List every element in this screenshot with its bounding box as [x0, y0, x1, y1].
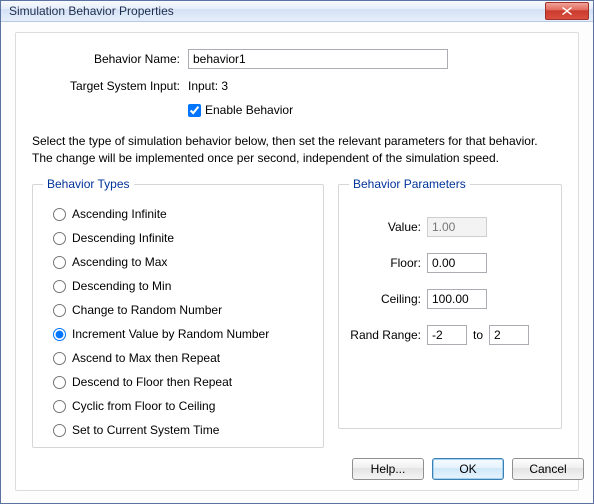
behavior-type-option[interactable]: Descend to Floor then Repeat [53, 375, 311, 389]
behavior-type-option[interactable]: Set to Current System Time [53, 423, 311, 437]
behavior-type-radio[interactable] [53, 256, 66, 269]
row-enable: Enable Behavior [32, 103, 562, 117]
behavior-type-label: Ascending Infinite [72, 207, 167, 221]
behavior-type-radio[interactable] [53, 400, 66, 413]
behavior-type-option[interactable]: Ascending to Max [53, 255, 311, 269]
description-text: Select the type of simulation behavior b… [32, 133, 562, 167]
behavior-types-options: Ascending Infinite Descending Infinite Asc… [43, 201, 313, 439]
behavior-type-option[interactable]: Descending to Min [53, 279, 311, 293]
behavior-type-label: Cyclic from Floor to Ceiling [72, 399, 215, 413]
rand-to-label: to [467, 328, 489, 342]
value-input [427, 217, 487, 237]
window-title: Simulation Behavior Properties [9, 4, 545, 18]
behavior-type-radio[interactable] [53, 376, 66, 389]
rand-to-input[interactable] [489, 325, 529, 345]
behavior-type-option[interactable]: Ascending Infinite [53, 207, 311, 221]
target-system-label: Target System Input: [32, 79, 188, 93]
behavior-type-label: Ascend to Max then Repeat [72, 351, 220, 365]
button-row: Help... OK Cancel [352, 448, 562, 480]
titlebar: Simulation Behavior Properties [1, 1, 593, 22]
ok-button[interactable]: OK [432, 458, 504, 480]
floor-input[interactable] [427, 253, 487, 273]
behavior-type-option[interactable]: Cyclic from Floor to Ceiling [53, 399, 311, 413]
behavior-params-group: Behavior Parameters Value: Floor: Ceilin… [338, 177, 562, 429]
cancel-button[interactable]: Cancel [512, 458, 584, 480]
help-button[interactable]: Help... [352, 458, 424, 480]
dialog-window: Simulation Behavior Properties Behavior … [0, 0, 594, 504]
behavior-params-legend: Behavior Parameters [349, 177, 470, 191]
behavior-type-radio[interactable] [53, 232, 66, 245]
row-behavior-name: Behavior Name: [32, 49, 562, 69]
behavior-type-label: Ascending to Max [72, 255, 167, 269]
behavior-name-label: Behavior Name: [32, 52, 188, 66]
behavior-type-option[interactable]: Ascend to Max then Repeat [53, 351, 311, 365]
inner-frame: Behavior Name: Target System Input: Inpu… [15, 32, 579, 491]
enable-behavior-label: Enable Behavior [205, 103, 293, 117]
behavior-type-radio[interactable] [53, 328, 66, 341]
enable-behavior-input[interactable] [188, 104, 201, 117]
behavior-type-label: Set to Current System Time [72, 423, 219, 437]
behavior-type-radio[interactable] [53, 304, 66, 317]
behavior-type-label: Descending to Min [72, 279, 171, 293]
behavior-type-label: Descending Infinite [72, 231, 174, 245]
behavior-type-label: Descend to Floor then Repeat [72, 375, 232, 389]
param-row-ceiling: Ceiling: [349, 289, 551, 309]
behavior-type-option[interactable]: Change to Random Number [53, 303, 311, 317]
close-icon [562, 7, 572, 15]
row-target-input: Target System Input: Input: 3 [32, 79, 562, 93]
floor-label: Floor: [349, 256, 427, 270]
behavior-type-option[interactable]: Increment Value by Random Number [53, 327, 311, 341]
rand-range-label: Rand Range: [349, 328, 427, 342]
behavior-type-label: Increment Value by Random Number [72, 327, 269, 341]
behavior-name-input[interactable] [188, 49, 448, 69]
ceiling-label: Ceiling: [349, 292, 427, 306]
param-row-floor: Floor: [349, 253, 551, 273]
behavior-types-group: Behavior Types Ascending Infinite Descend… [32, 177, 324, 448]
param-row-value: Value: [349, 217, 551, 237]
behavior-type-radio[interactable] [53, 208, 66, 221]
behavior-type-radio[interactable] [53, 280, 66, 293]
behavior-type-radio[interactable] [53, 352, 66, 365]
content-area: Behavior Name: Target System Input: Inpu… [1, 22, 593, 503]
enable-behavior-checkbox[interactable]: Enable Behavior [188, 103, 293, 117]
rand-from-input[interactable] [427, 325, 467, 345]
value-label: Value: [349, 220, 427, 234]
columns: Behavior Types Ascending Infinite Descend… [32, 177, 562, 448]
behavior-type-label: Change to Random Number [72, 303, 222, 317]
param-row-rand: Rand Range: to [349, 325, 551, 345]
close-button[interactable] [545, 2, 589, 20]
ceiling-input[interactable] [427, 289, 487, 309]
behavior-types-legend: Behavior Types [43, 177, 134, 191]
target-system-value: Input: 3 [188, 79, 228, 93]
behavior-type-option[interactable]: Descending Infinite [53, 231, 311, 245]
behavior-type-radio[interactable] [53, 424, 66, 437]
